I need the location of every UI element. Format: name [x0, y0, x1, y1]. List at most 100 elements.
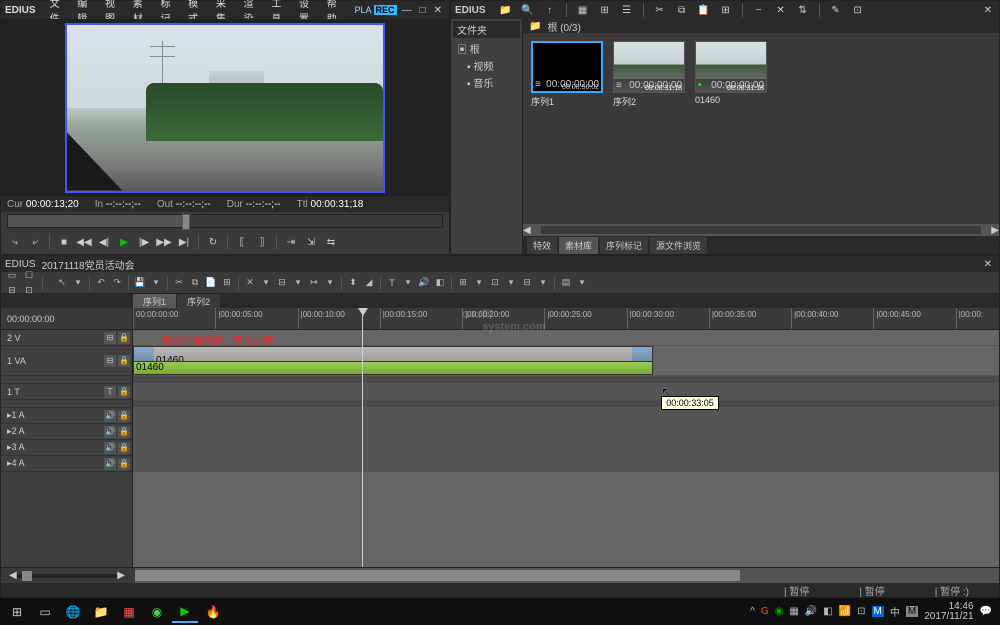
up-icon[interactable]: ↑ [542, 2, 558, 18]
tc-dur[interactable]: --:--:--;-- [246, 199, 281, 210]
import-icon[interactable]: ⊞ [597, 2, 613, 18]
play-icon[interactable]: ▶ [116, 234, 132, 250]
volume-icon[interactable]: 🔊 [805, 606, 817, 617]
lock-icon[interactable]: 🔒 [118, 410, 130, 422]
new-bin-icon[interactable]: ▦ [575, 2, 591, 18]
ime-mode-icon[interactable]: M [906, 606, 918, 617]
fade-icon[interactable]: ◢ [362, 276, 376, 290]
tc-in[interactable]: --:--:--;-- [106, 199, 141, 210]
mark-out-icon[interactable]: ⟧ [254, 234, 270, 250]
export-icon[interactable]: ⊟ [520, 276, 534, 290]
color-icon[interactable]: ◧ [433, 276, 447, 290]
view-icon[interactable]: ⊞ [718, 2, 734, 18]
bin-hscroll[interactable]: ◀▶ [523, 224, 999, 236]
track-a2[interactable]: ▸2 A [3, 426, 102, 437]
tray-icon[interactable]: ◧ [823, 606, 832, 617]
render-icon[interactable]: ⊡ [488, 276, 502, 290]
wechat-icon[interactable]: ◉ [775, 606, 784, 617]
tab-bin[interactable]: 素材库 [559, 237, 598, 254]
thumb-01460[interactable]: •00:00:00:0000:00:31:18 01460 [695, 41, 767, 107]
preview-scrubber[interactable] [7, 214, 443, 228]
folder-icon[interactable]: 📁 [88, 601, 114, 623]
ime-lang-icon[interactable]: 中 [890, 604, 900, 619]
tray-icon[interactable]: G [761, 606, 769, 617]
start-icon[interactable]: ⊞ [4, 601, 30, 623]
speaker-icon[interactable]: 🔊 [104, 458, 116, 470]
firefox-icon[interactable]: 🔥 [200, 601, 226, 623]
stop-icon[interactable]: ■ [56, 234, 72, 250]
speaker-icon[interactable]: 🔊 [104, 442, 116, 454]
tc-ttl[interactable]: 00:00:31;18 [311, 199, 364, 210]
globe-icon[interactable]: 🌐 [60, 601, 86, 623]
audio-clip-01460[interactable]: 01460 [133, 361, 653, 375]
timeline-hscroll[interactable] [135, 568, 999, 583]
tab-markers[interactable]: 序列标记 [600, 237, 648, 254]
split-icon[interactable]: ⊟ [275, 276, 289, 290]
tray-icon[interactable]: ▦ [789, 606, 798, 617]
tab-browser[interactable]: 源文件浏览 [650, 237, 707, 254]
paste-icon[interactable]: 📄 [204, 276, 218, 290]
tool2-icon[interactable]: ⊡ [850, 2, 866, 18]
chevron-down-icon[interactable]: ▾ [71, 276, 85, 290]
redo-icon[interactable]: ↷ [110, 276, 124, 290]
close-icon[interactable]: ✕ [431, 5, 445, 16]
zoom-slider[interactable]: ◀▶ [1, 568, 133, 583]
tab-effects[interactable]: 特效 [527, 237, 557, 254]
cut-icon[interactable]: ✂ [172, 276, 186, 290]
bin-close-icon[interactable]: ✕ [981, 5, 995, 16]
vol-icon[interactable]: 🔊 [417, 276, 431, 290]
tool-icon[interactable]: ✎ [828, 2, 844, 18]
row-a3[interactable] [133, 440, 999, 456]
tl-new-icon[interactable]: ▭ [5, 268, 19, 282]
copy-icon[interactable]: ⧉ [188, 276, 202, 290]
ripple-icon[interactable]: ⊞ [220, 276, 234, 290]
chrome-icon[interactable]: ◉ [144, 601, 170, 623]
tool-select-icon[interactable]: ↖ [55, 276, 69, 290]
next-frame-icon[interactable]: |▶ [136, 234, 152, 250]
title-icon[interactable]: T [385, 276, 399, 290]
delete-icon[interactable]: ✕ [243, 276, 257, 290]
tray-icon[interactable]: ⊡ [857, 606, 865, 617]
end-icon[interactable]: ▶| [176, 234, 192, 250]
edius-icon[interactable]: ▶ [172, 601, 198, 623]
timeline-tracks[interactable]: GX/网system.com 00:00:00:00 |00:00:05:00 … [133, 308, 999, 567]
row-a1[interactable] [133, 408, 999, 424]
maximize-icon[interactable]: □ [417, 5, 429, 16]
tree-root[interactable]: ▣ 根 [453, 40, 520, 57]
save-icon[interactable]: 💾 [133, 276, 147, 290]
search-icon[interactable]: 🔍 [520, 2, 536, 18]
tray-up-icon[interactable]: ^ [750, 606, 755, 617]
notifications-icon[interactable]: 💬 [980, 606, 992, 617]
taskview-icon[interactable]: ▭ [32, 601, 58, 623]
lock-icon[interactable]: 🔒 [118, 332, 130, 344]
tc-out[interactable]: --:--:--;-- [176, 199, 211, 210]
track-a4[interactable]: ▸4 A [3, 458, 102, 469]
set-in-icon[interactable]: ⤷ [7, 234, 23, 250]
row-va1[interactable]: 01460 01460 [133, 346, 999, 376]
row-a4[interactable] [133, 456, 999, 472]
track-v2[interactable]: 2 V [3, 333, 102, 343]
tl-open-icon[interactable]: ☐ [22, 268, 36, 282]
track-va1[interactable]: 1 VA [3, 356, 102, 366]
lock-icon[interactable]: 🔒 [118, 355, 130, 367]
row-a2[interactable] [133, 424, 999, 440]
row-v2[interactable]: 原创作者经验，禁止抄袭！ [133, 330, 999, 346]
track-a3[interactable]: ▸3 A [3, 442, 102, 453]
track-a1[interactable]: ▸1 A [3, 410, 102, 421]
target-icon[interactable]: ⊟ [104, 332, 116, 344]
props-icon[interactable]: ☰ [619, 2, 635, 18]
title-track-icon[interactable]: T [104, 386, 116, 398]
timeline-close-icon[interactable]: ✕ [981, 259, 995, 270]
output-icon[interactable]: ▤ [559, 276, 573, 290]
row-t1[interactable] [133, 384, 999, 400]
folder-icon[interactable]: 📁 [498, 2, 514, 18]
time-ruler[interactable]: 00:00:00:00 |00:00:05:00 |00:00:10:00 |0… [133, 308, 999, 330]
ripple-del-icon[interactable]: ↦ [307, 276, 321, 290]
app-icon[interactable]: ▦ [116, 601, 142, 623]
thumb-seq1[interactable]: ≡00:00:00:0000:00:56:02 序列1 [531, 41, 603, 110]
speaker-icon[interactable]: 🔊 [104, 426, 116, 438]
network-icon[interactable]: 📶 [839, 606, 851, 617]
tree-child-music[interactable]: ▪ 音乐 [453, 74, 520, 91]
track-t1[interactable]: 1 T [3, 387, 102, 397]
overwrite-icon[interactable]: ⇲ [303, 234, 319, 250]
